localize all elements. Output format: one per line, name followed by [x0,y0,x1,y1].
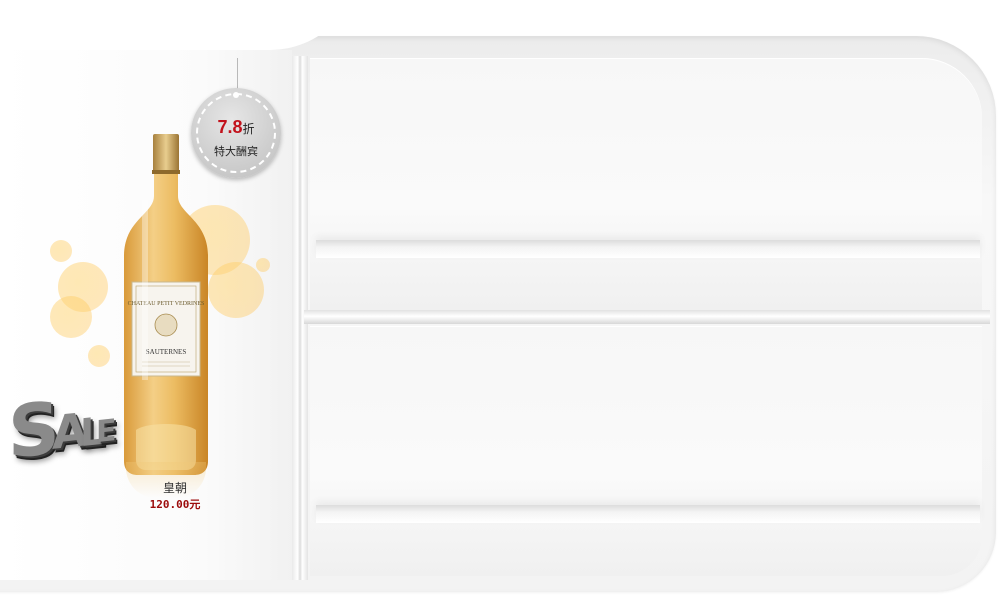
decor-bubble [256,258,270,272]
decor-bubble [50,240,72,262]
product-price: 120.00元 [149,498,201,511]
shelf-ledge-bottom [316,505,980,523]
discount-unit: 折 [242,122,255,136]
product-caption: 皇朝 120.00元 [120,480,230,514]
bottle-label-region: SAUTERNES [146,348,187,356]
product-shelf-top [310,58,982,310]
discount-value: 7.8 [217,117,243,137]
decor-bubble [50,296,92,338]
sale-letter-e: E [96,412,117,451]
shelf-rail [304,310,990,324]
promo-banner: 7.8折 特大酬宾 CHATEAU PETIT VEDRINES SAUTERN [0,0,1000,595]
shelf-ledge-top [316,240,980,258]
product-shelf-bottom [310,326,982,576]
sale-badge: S A L E [8,385,118,478]
decor-bubble [88,345,110,367]
decor-bubble [208,262,264,318]
product-name-link[interactable]: 皇朝 [120,480,230,496]
wine-bottle-image[interactable]: CHATEAU PETIT VEDRINES SAUTERNES [118,130,214,490]
bottle-label-title: CHATEAU PETIT VEDRINES [128,301,205,307]
